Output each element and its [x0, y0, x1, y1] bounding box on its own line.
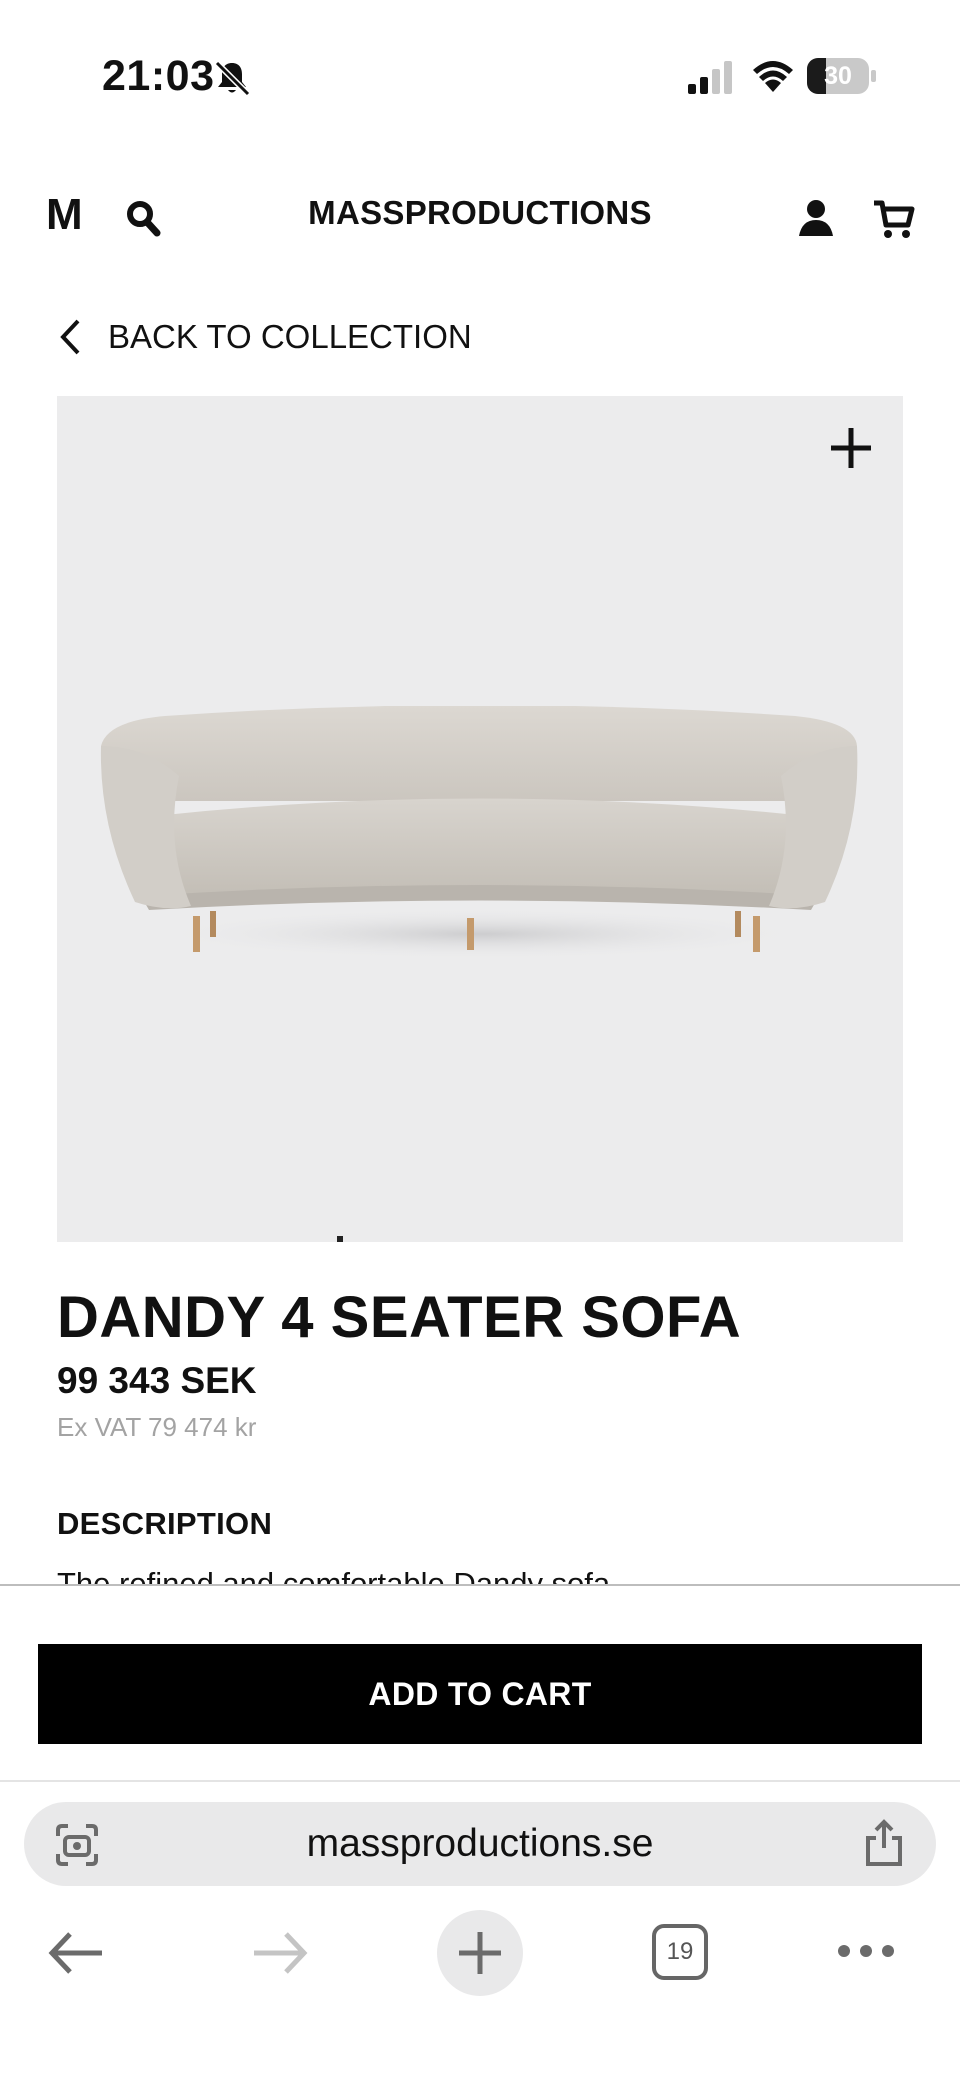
more-icon[interactable] — [836, 1940, 896, 1962]
back-to-collection-link[interactable]: BACK TO COLLECTION — [58, 314, 472, 360]
status-time: 21:03 — [102, 52, 215, 100]
plus-icon — [459, 1932, 501, 1974]
tabs-button[interactable]: 19 — [652, 1924, 708, 1980]
back-arrow-icon[interactable] — [44, 1928, 108, 1978]
chevron-left-icon — [60, 319, 80, 355]
price-ex-vat: Ex VAT 79 474 kr — [57, 1412, 257, 1442]
page-settings-icon[interactable] — [54, 1822, 100, 1868]
battery-percent: 30 — [824, 62, 852, 90]
cart-icon[interactable] — [872, 198, 916, 240]
product-image[interactable] — [57, 396, 903, 1242]
description-heading: DESCRIPTION — [57, 1506, 273, 1541]
battery-icon: 30 — [807, 58, 877, 94]
zoom-plus-icon[interactable] — [827, 424, 875, 472]
url-text[interactable]: massproductions.se — [24, 1802, 936, 1886]
product-title: DANDY 4 SEATER SOFA — [57, 1285, 742, 1350]
address-bar[interactable]: massproductions.se — [24, 1802, 936, 1886]
sticky-cart-bar: ADD TO CART — [0, 1584, 960, 1783]
carousel-indicator — [337, 1236, 343, 1242]
bell-slash-icon — [214, 60, 251, 97]
back-link-label: BACK TO COLLECTION — [108, 318, 472, 355]
add-to-cart-button[interactable]: ADD TO CART — [38, 1644, 922, 1744]
signal-icon — [688, 61, 732, 94]
wifi-icon — [753, 61, 793, 92]
account-icon[interactable] — [796, 198, 836, 238]
sofa-illustration — [100, 706, 858, 960]
new-tab-button[interactable] — [437, 1910, 523, 1996]
divider — [0, 1780, 960, 1782]
forward-arrow-icon — [254, 1932, 308, 1974]
product-price: 99 343 SEK — [57, 1360, 257, 1401]
share-icon[interactable] — [862, 1818, 906, 1868]
